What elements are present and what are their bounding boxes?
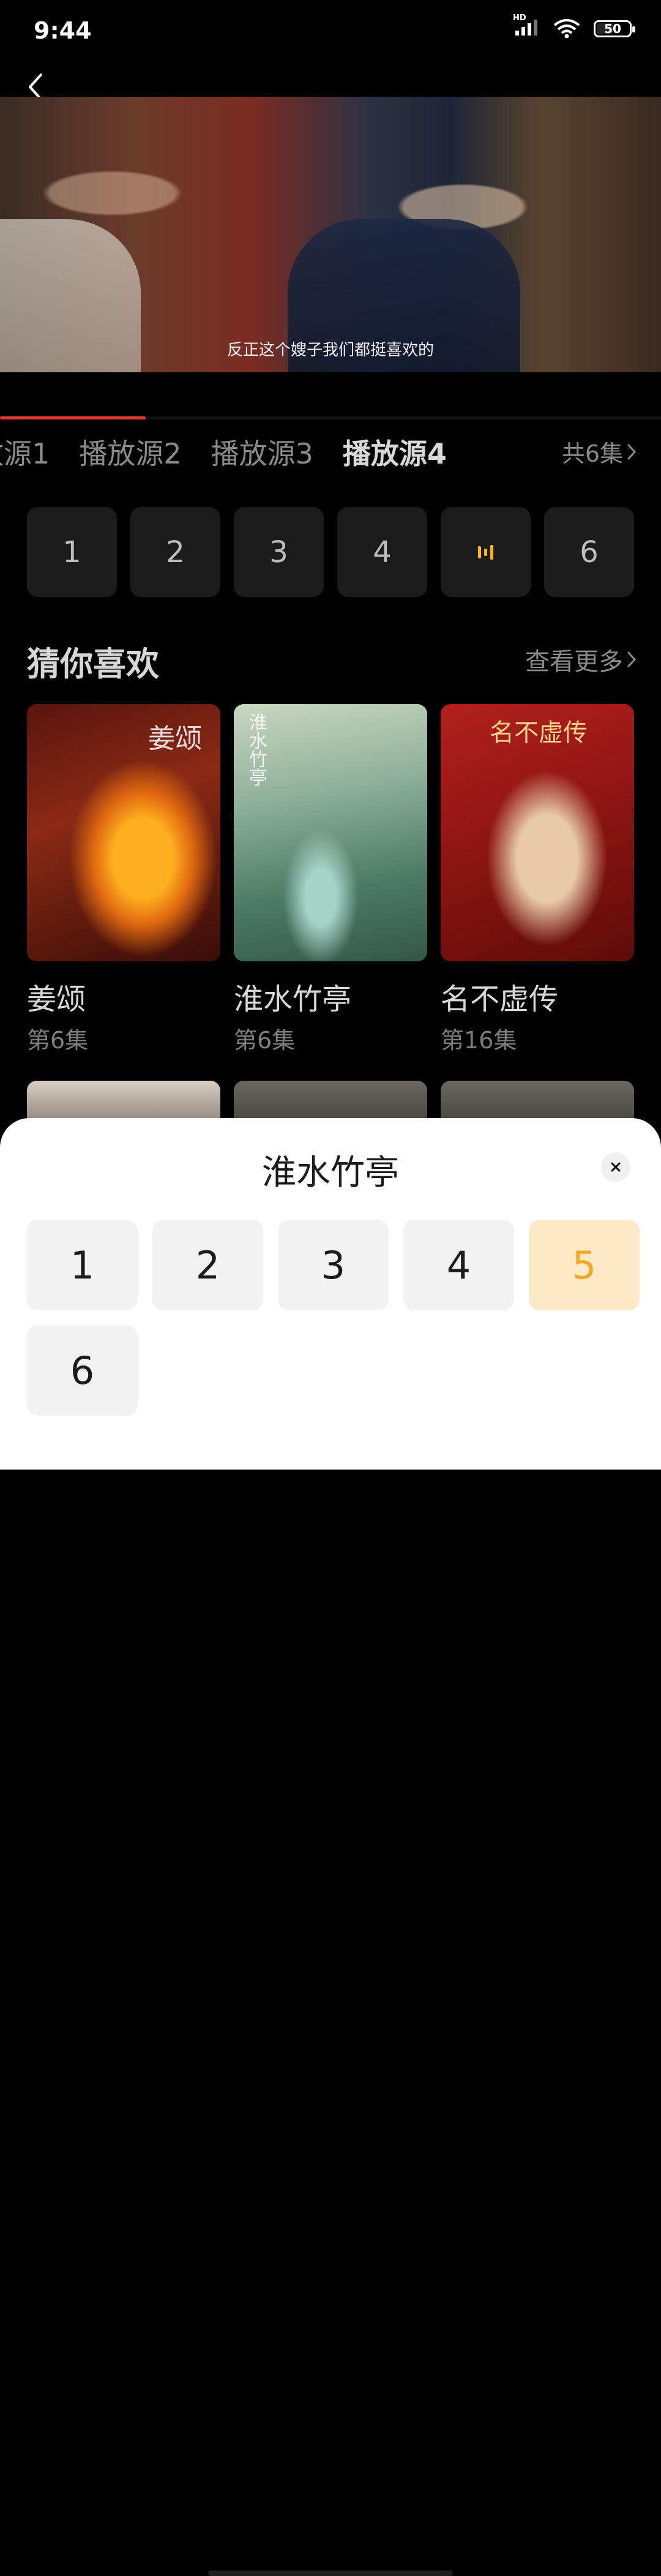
signal-icon: HD	[513, 13, 540, 39]
status-bar: 9:44 HD 50	[0, 0, 661, 67]
see-more-label: 查看更多	[525, 648, 623, 676]
episode-button-4[interactable]: 4	[337, 507, 427, 597]
recommend-card[interactable]: 姜颂 姜颂 第6集	[27, 704, 220, 1055]
recommend-card[interactable]: 名不虚传 名不虚传 第16集	[441, 704, 634, 1055]
tab-source-3[interactable]: 播放源3	[211, 432, 313, 472]
recommend-list: 姜颂 姜颂 第6集 淮水竹亭 淮水竹亭 第6集 名不虚传 名不虚传 第16集	[27, 704, 634, 1055]
poster-image: 姜颂	[27, 704, 220, 961]
recommend-title: 姜颂	[27, 982, 86, 1016]
episode-button-1[interactable]: 1	[27, 507, 117, 597]
status-time: 9:44	[34, 17, 92, 44]
battery-level: 50	[604, 21, 621, 36]
all-episodes-link[interactable]: 共6集	[562, 435, 637, 468]
home-indicator[interactable]	[208, 2570, 453, 2576]
sheet-episode-5[interactable]: 5	[529, 1220, 640, 1310]
battery-icon: 50	[594, 20, 635, 37]
recommend-card[interactable]	[441, 1081, 634, 1124]
recommend-episode: 第6集	[27, 1027, 89, 1054]
episode-button-2[interactable]: 2	[130, 507, 220, 597]
playback-progress-bar[interactable]	[0, 416, 661, 419]
close-icon	[611, 1162, 621, 1172]
poster-image	[234, 1081, 427, 1124]
now-playing-icon	[478, 544, 493, 560]
playback-progress-fill	[0, 416, 146, 419]
tab-source-4[interactable]: 播放源4	[343, 432, 447, 472]
poster-title-art: 名不虚传	[490, 719, 588, 747]
chevron-right-icon	[627, 444, 637, 459]
wifi-icon	[553, 19, 580, 39]
recommend-card[interactable]	[27, 1081, 220, 1124]
sheet-episode-6[interactable]: 6	[27, 1325, 138, 1416]
tab-source-2[interactable]: 播放源2	[79, 432, 181, 472]
poster-image: 淮水竹亭	[234, 704, 427, 961]
recommend-section-title: 猜你喜欢	[27, 645, 159, 683]
sheet-title: 淮水竹亭	[262, 1153, 399, 1193]
recommend-card[interactable]	[234, 1081, 427, 1124]
episode-button-6[interactable]: 6	[544, 507, 634, 597]
recommend-card[interactable]: 淮水竹亭 淮水竹亭 第6集	[234, 704, 427, 1055]
recommend-title: 淮水竹亭	[234, 982, 352, 1016]
sheet-episode-3[interactable]: 3	[278, 1220, 389, 1310]
recommend-title: 名不虚传	[441, 982, 559, 1016]
poster-title-art: 淮水竹亭	[245, 713, 267, 786]
sheet-episode-1[interactable]: 1	[27, 1220, 138, 1310]
see-more-link[interactable]: 查看更多	[525, 642, 637, 677]
sheet-episode-4[interactable]: 4	[403, 1220, 514, 1310]
poster-image: 名不虚传	[441, 704, 634, 961]
sheet-episode-2[interactable]: 2	[152, 1220, 263, 1310]
poster-image	[441, 1081, 634, 1124]
recommend-episode: 第16集	[441, 1027, 517, 1054]
recommend-list-row-2	[27, 1081, 634, 1124]
tab-source-1[interactable]: 放源1	[0, 432, 50, 472]
sheet-episode-grid: 1 2 3 4 5 6	[27, 1220, 640, 1416]
status-icons: HD 50	[513, 13, 635, 39]
video-player[interactable]: 反正这个嫂子我们都挺喜欢的	[0, 97, 661, 372]
episode-button-3[interactable]: 3	[234, 507, 324, 597]
episode-bottom-sheet: 淮水竹亭 1 2 3 4 5 6	[0, 1118, 661, 2576]
poster-title-art: 姜颂	[148, 723, 202, 754]
episode-selector: 1 2 3 4 6	[27, 507, 634, 597]
poster-image	[27, 1081, 220, 1124]
video-subtitle: 反正这个嫂子我们都挺喜欢的	[226, 341, 434, 359]
total-episodes-label: 共6集	[561, 440, 623, 467]
chevron-right-icon	[627, 652, 637, 667]
source-tabs: 放源1 播放源2 播放源3 播放源4	[0, 432, 447, 472]
network-type-label: HD	[513, 13, 526, 23]
recommend-episode: 第6集	[234, 1027, 296, 1054]
episode-button-5[interactable]	[441, 507, 531, 597]
close-button[interactable]	[601, 1152, 630, 1182]
